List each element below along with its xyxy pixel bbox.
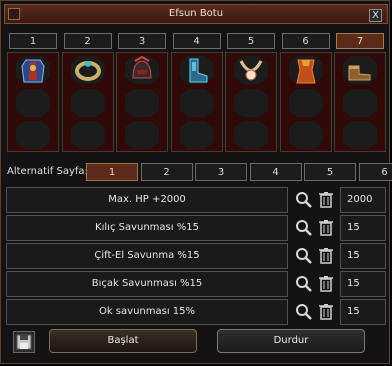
bonus-value[interactable]: 15 [340, 215, 386, 241]
equipment-slot-7: 7 [334, 33, 386, 155]
slot-panel [279, 52, 332, 152]
item-cell[interactable] [179, 56, 214, 84]
trash-icon[interactable] [316, 246, 336, 266]
bonus-name[interactable]: Bıçak Savunması %15 [6, 271, 288, 297]
slot-panel [334, 52, 386, 152]
empty-item-cell[interactable] [70, 121, 105, 149]
item-cell[interactable] [70, 56, 105, 84]
alternative-page-row: Alternatif Sayfa: 123456 [7, 163, 392, 183]
equipment-slot-5: 5 [225, 33, 277, 155]
empty-item-cell[interactable] [288, 89, 323, 117]
window-title: Efsun Botu [168, 8, 224, 19]
bonus-row: Ok savunması 15% 15 [6, 299, 386, 325]
equipment-slot-3: 3 [116, 33, 168, 155]
bonus-value[interactable]: 15 [340, 271, 386, 297]
alt-page-button-3[interactable]: 3 [195, 163, 247, 181]
search-icon[interactable] [294, 274, 314, 294]
start-button[interactable]: Başlat [49, 329, 197, 353]
equipment-slot-1: 1 [7, 33, 59, 155]
empty-item-cell[interactable] [179, 89, 214, 117]
slot-number-6[interactable]: 6 [281, 33, 330, 49]
slot-number-4[interactable]: 4 [172, 33, 221, 49]
empty-item-cell[interactable] [70, 89, 105, 117]
bonus-value[interactable]: 15 [340, 299, 386, 325]
bonus-row: Max. HP +2000 2000 [6, 187, 386, 213]
slot-panel [7, 52, 59, 152]
bonus-name[interactable]: Kılıç Savunması %15 [6, 215, 288, 241]
search-icon[interactable] [294, 246, 314, 266]
alt-page-button-1[interactable]: 1 [86, 163, 138, 181]
bottom-bar: Başlat Durdur [7, 329, 387, 355]
alt-page-button-2[interactable]: 2 [140, 163, 193, 181]
item-cell[interactable] [125, 56, 159, 84]
bonus-value[interactable]: 15 [340, 243, 386, 269]
alternative-page-label: Alternatif Sayfa: [7, 166, 88, 177]
slot-panel [225, 52, 277, 152]
empty-item-cell[interactable] [343, 89, 377, 117]
equipment-slot-4: 4 [170, 33, 223, 155]
empty-item-cell[interactable] [234, 89, 268, 117]
title-bar[interactable]: Efsun Botu X [4, 4, 388, 24]
equipment-slots: 1234567 [7, 33, 386, 155]
slot-number-1[interactable]: 1 [9, 33, 57, 49]
empty-item-cell[interactable] [125, 89, 159, 117]
bonus-row: Çift-El Savunma %15 15 [6, 243, 386, 269]
bonus-name[interactable]: Çift-El Savunma %15 [6, 243, 288, 269]
item-cell[interactable] [288, 56, 323, 84]
empty-item-cell[interactable] [125, 121, 159, 149]
alt-page-button-5[interactable]: 5 [304, 163, 356, 181]
item-cell[interactable] [16, 56, 50, 84]
bonus-row: Bıçak Savunması %15 15 [6, 271, 386, 297]
stop-button[interactable]: Durdur [217, 329, 365, 353]
bonus-name[interactable]: Max. HP +2000 [6, 187, 288, 213]
trash-icon[interactable] [316, 302, 336, 322]
alt-page-button-6[interactable]: 6 [358, 163, 392, 181]
bonus-name[interactable]: Ok savunması 15% [6, 299, 288, 325]
slot-number-5[interactable]: 5 [227, 33, 275, 49]
bonus-row: Kılıç Savunması %15 15 [6, 215, 386, 241]
empty-item-cell[interactable] [16, 121, 50, 149]
save-icon[interactable] [13, 331, 35, 353]
efsun-bot-window: Efsun Botu X 1234567 Alternatif Sayfa: 1… [0, 0, 392, 364]
empty-item-cell[interactable] [16, 89, 50, 117]
bonus-value[interactable]: 2000 [340, 187, 386, 213]
empty-item-cell[interactable] [343, 121, 377, 149]
slot-number-2[interactable]: 2 [63, 33, 112, 49]
trash-icon[interactable] [316, 274, 336, 294]
item-cell[interactable] [343, 56, 377, 84]
slot-panel [116, 52, 168, 152]
slot-number-7[interactable]: 7 [336, 33, 384, 49]
empty-item-cell[interactable] [179, 121, 214, 149]
empty-item-cell[interactable] [234, 121, 268, 149]
slot-panel [61, 52, 114, 152]
alt-page-button-4[interactable]: 4 [249, 163, 302, 181]
search-icon[interactable] [294, 302, 314, 322]
search-icon[interactable] [294, 218, 314, 238]
equipment-slot-2: 2 [61, 33, 114, 155]
close-button[interactable]: X [369, 9, 382, 22]
slot-number-3[interactable]: 3 [118, 33, 166, 49]
trash-icon[interactable] [316, 190, 336, 210]
item-cell[interactable] [234, 56, 268, 84]
empty-item-cell[interactable] [288, 121, 323, 149]
search-icon[interactable] [294, 190, 314, 210]
trash-icon[interactable] [316, 218, 336, 238]
slot-panel [170, 52, 223, 152]
equipment-slot-6: 6 [279, 33, 332, 155]
